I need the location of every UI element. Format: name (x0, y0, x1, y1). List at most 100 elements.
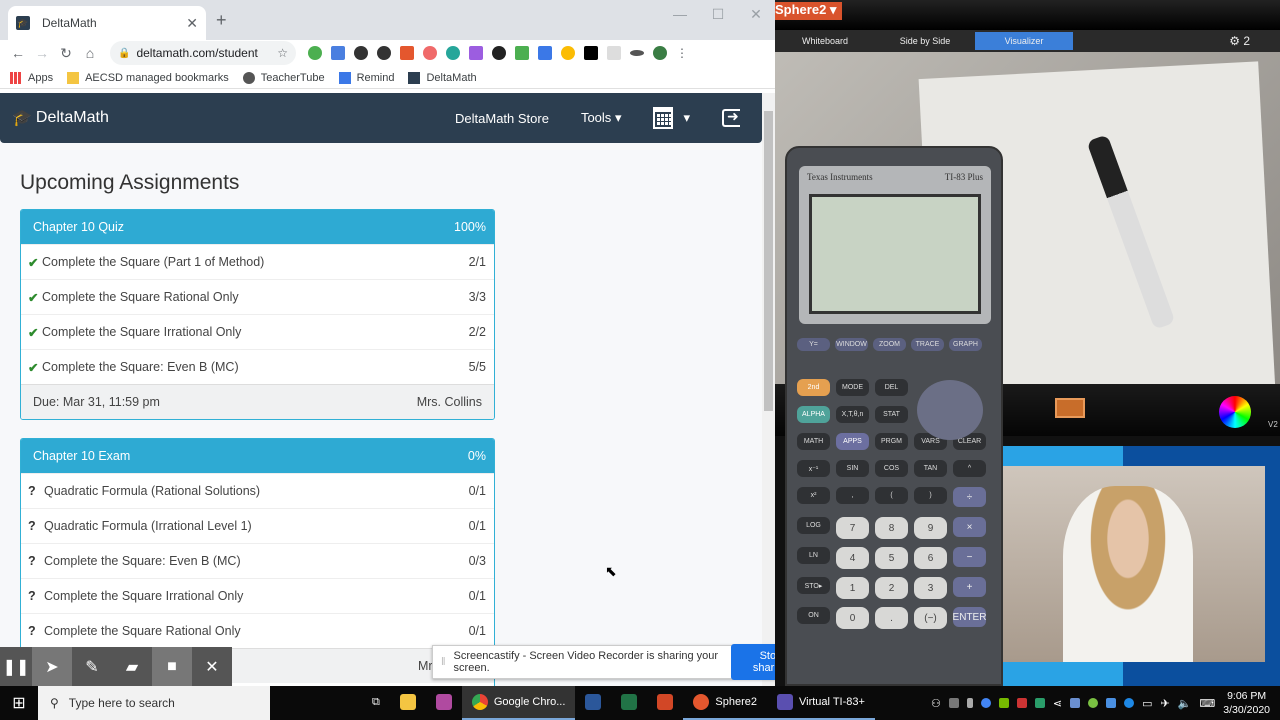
tray-icon[interactable] (998, 698, 1009, 708)
taskbar-ti83[interactable]: Virtual TI-83+ (767, 686, 875, 720)
calc-key[interactable]: APPS (836, 433, 869, 450)
calc-key[interactable]: GRAPH (949, 338, 982, 351)
extension-icon[interactable] (354, 46, 368, 60)
calc-key[interactable]: STAT (875, 406, 908, 423)
minimize-icon[interactable]: — (661, 6, 699, 23)
reload-icon[interactable]: ↻ (54, 45, 78, 62)
eraser-icon[interactable]: ▰ (112, 647, 152, 687)
calc-key[interactable]: 9 (914, 517, 947, 539)
calc-key[interactable]: ZOOM (873, 338, 906, 351)
calc-key[interactable]: x⁻¹ (797, 460, 830, 477)
close-tab-icon[interactable]: ✕ (186, 15, 198, 32)
calc-key[interactable]: 2nd (797, 379, 830, 396)
store-link[interactable]: DeltaMath Store (455, 111, 549, 126)
pen-icon[interactable]: ✎ (72, 647, 112, 687)
problem-row[interactable]: ✔ Complete the Square Irrational Only 2/2 (21, 314, 494, 349)
word-icon[interactable] (575, 686, 611, 720)
tray-icon[interactable] (1070, 698, 1081, 708)
calc-key[interactable]: ( (875, 487, 908, 504)
assignment-header[interactable]: Chapter 10 Exam 0% (21, 439, 494, 473)
calc-key[interactable]: , (836, 487, 869, 504)
close-window-icon[interactable]: ✕ (737, 6, 775, 23)
problem-row[interactable]: ? Complete the Square Irrational Only 0/1 (21, 578, 494, 613)
pause-icon[interactable]: ❚❚ (0, 647, 32, 687)
problem-row[interactable]: ✔ Complete the Square: Even B (MC) 5/5 (21, 349, 494, 384)
excel-icon[interactable] (611, 686, 647, 720)
bookmark-remind[interactable]: Remind (338, 71, 394, 84)
maximize-icon[interactable]: ☐ (699, 6, 737, 23)
file-explorer-icon[interactable] (390, 686, 426, 720)
calc-key[interactable]: DEL (875, 379, 908, 396)
calc-key[interactable]: ON (797, 607, 830, 624)
profile-avatar[interactable] (653, 46, 667, 60)
tray-icon[interactable] (948, 698, 959, 708)
new-tab-icon[interactable]: + (216, 10, 227, 31)
bookmark-deltamath[interactable]: DeltaMath (408, 71, 477, 84)
clock[interactable]: 9:06 PM 3/30/2020 (1223, 689, 1270, 717)
calc-key[interactable]: ) (914, 487, 947, 504)
tray-icon[interactable] (1016, 698, 1027, 708)
powerpoint-icon[interactable] (647, 686, 683, 720)
chrome-tray-icon[interactable] (980, 698, 991, 708)
calc-key[interactable]: Y= (797, 338, 830, 351)
extension-new-icon[interactable] (400, 46, 414, 60)
calc-key[interactable]: STO▸ (797, 577, 830, 594)
arrow-keys-dpad[interactable] (917, 380, 983, 440)
assignment-header[interactable]: Chapter 10 Quiz 100% (21, 210, 494, 244)
camera-icon[interactable]: ■ (152, 647, 192, 687)
calc-key[interactable]: SIN (836, 460, 869, 477)
calc-key[interactable]: 5 (875, 547, 908, 569)
problem-row[interactable]: ? Complete the Square: Even B (MC) 0/3 (21, 543, 494, 578)
key-icon[interactable] (630, 50, 644, 56)
settings-icon[interactable]: ⚙ 2 (1229, 34, 1250, 48)
calc-key[interactable]: TAN (914, 460, 947, 477)
taskbar-sphere2[interactable]: Sphere2 (683, 686, 767, 720)
pointer-icon[interactable]: ➤ (32, 647, 72, 687)
people-icon[interactable]: ⚇ (931, 697, 941, 710)
calc-key[interactable]: (−) (914, 607, 947, 629)
taskbar-search[interactable]: ⚲ Type here to search (38, 686, 270, 720)
calc-key[interactable]: . (875, 607, 908, 629)
calc-key[interactable]: 4 (836, 547, 869, 569)
extension-icon[interactable] (377, 46, 391, 60)
tab-side-by-side[interactable]: Side by Side (875, 32, 975, 50)
calc-key[interactable]: ALPHA (797, 406, 830, 423)
calc-key[interactable]: 0 (836, 607, 869, 629)
calc-key[interactable]: 3 (914, 577, 947, 599)
calc-key[interactable]: WINDOW (835, 338, 868, 351)
share-tray-icon[interactable]: ⋖ (1053, 697, 1062, 710)
calc-key[interactable]: X,T,θ,n (836, 406, 869, 423)
extension-icon[interactable] (469, 46, 483, 60)
presentation-icon[interactable] (1055, 398, 1085, 418)
calc-key[interactable]: 7 (836, 517, 869, 539)
tab-whiteboard[interactable]: Whiteboard (775, 32, 875, 50)
calc-key[interactable]: x² (797, 487, 830, 504)
calc-key[interactable]: − (953, 547, 986, 567)
battery-icon[interactable]: ▭ (1142, 697, 1152, 710)
usb-icon[interactable] (966, 698, 973, 708)
google-classroom-icon[interactable] (515, 46, 529, 60)
calc-key[interactable]: LOG (797, 517, 830, 534)
home-icon[interactable]: ⌂ (78, 45, 102, 61)
google-drive-icon[interactable] (561, 46, 575, 60)
calc-key[interactable]: 2 (875, 577, 908, 599)
problem-row[interactable]: ? Quadratic Formula (Irrational Level 1) 0… (21, 508, 494, 543)
calc-key[interactable]: 6 (914, 547, 947, 569)
drag-handle-icon[interactable]: ‖ (441, 656, 446, 668)
volume-icon[interactable]: 🔈 (1178, 697, 1192, 710)
assignment-card[interactable]: Chapter 10 Quiz 100% ✔ Complete the Squar… (20, 209, 495, 420)
scrollbar-thumb[interactable] (764, 111, 773, 411)
tab-visualizer[interactable]: Visualizer (975, 32, 1073, 50)
calc-key[interactable]: COS (875, 460, 908, 477)
extension-icon[interactable] (423, 46, 437, 60)
taskbar-chrome[interactable]: Google Chro... (461, 686, 576, 720)
calc-key[interactable]: PRGM (875, 433, 908, 450)
color-wheel-icon[interactable] (1219, 396, 1251, 428)
close-icon[interactable]: ✕ (192, 647, 232, 687)
windows-start-icon[interactable]: ⊞ (0, 693, 38, 713)
logout-icon[interactable] (722, 108, 740, 127)
tray-icon[interactable] (1106, 698, 1117, 708)
sphere2-logo[interactable]: Sphere2 ▾ (775, 2, 843, 20)
page-scrollbar[interactable] (762, 93, 775, 686)
calc-key[interactable]: LN (797, 547, 830, 564)
